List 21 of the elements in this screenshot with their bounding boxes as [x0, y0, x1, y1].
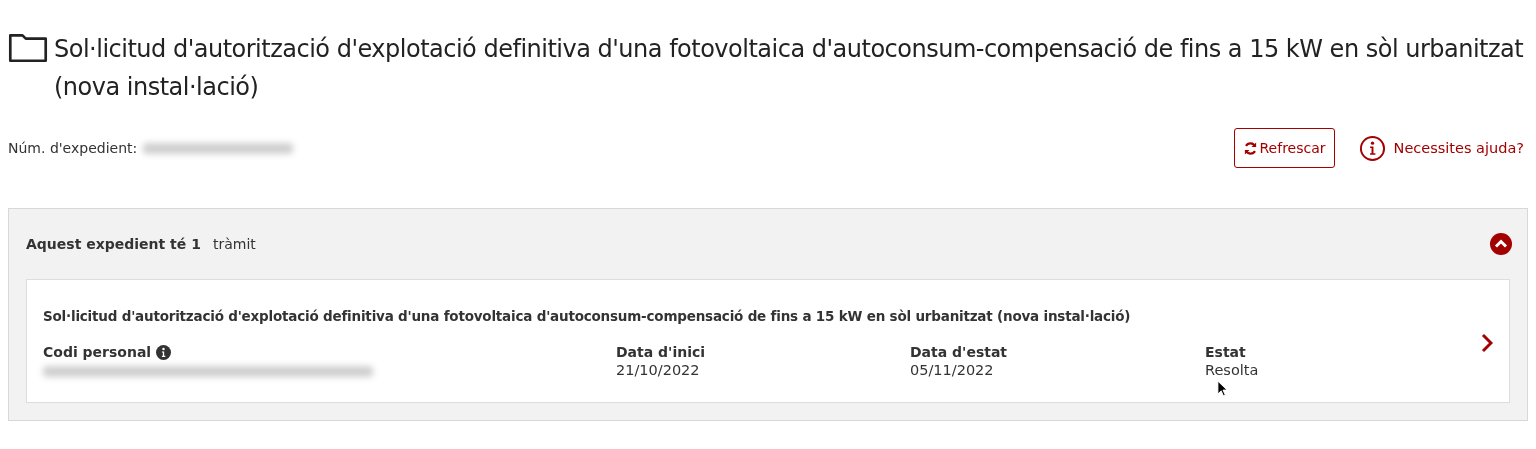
field-value: 21/10/2022 — [616, 362, 701, 378]
collapse-toggle-icon[interactable] — [1490, 233, 1512, 255]
field-label: Codi personal — [43, 344, 152, 360]
help-link[interactable]: Necessites ajuda? — [1358, 134, 1524, 162]
folder-icon — [8, 32, 48, 63]
chevron-right-icon — [1481, 333, 1493, 353]
field-label: Data d'inici — [616, 344, 706, 360]
panel-heading: Aquest expedient té 1 — [26, 236, 201, 252]
file-number-label: Núm. d'expedient: — [8, 140, 138, 156]
procedure-card[interactable] — [26, 279, 1510, 403]
field-label: Estat — [1205, 344, 1246, 360]
procedure-title: Sol·licitud d'autorització d'explotació definitiva d'una fotovoltaica d'autoconsum-compensació de fins a 15 kW en sòl urbanitzat (nova instal·lació) — [43, 308, 1132, 324]
info-icon — [1358, 134, 1386, 162]
refresh-icon — [1242, 140, 1258, 156]
field-label: Data d'estat — [910, 344, 1008, 360]
mouse-cursor-icon — [1217, 380, 1228, 397]
page-title: Sol·licitud d'autorització d'explotació definitiva d'una fotovoltaica d'autoconsum-compensació de fins a 15 kW en sòl urbanitzat (nova instal·lació) — [54, 34, 1525, 103]
field-value: 05/11/2022 — [910, 362, 995, 378]
panel-heading-suffix: tràmit — [212, 236, 256, 252]
field-value: Resolta — [1205, 362, 1260, 378]
refresh-button[interactable]: Refrescar — [1233, 128, 1335, 168]
